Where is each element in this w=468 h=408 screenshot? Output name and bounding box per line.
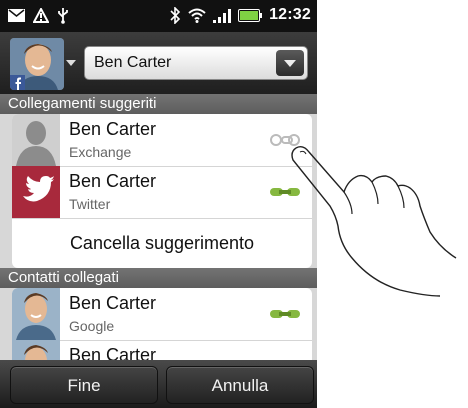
- pointing-hand-illustration: [291, 145, 457, 297]
